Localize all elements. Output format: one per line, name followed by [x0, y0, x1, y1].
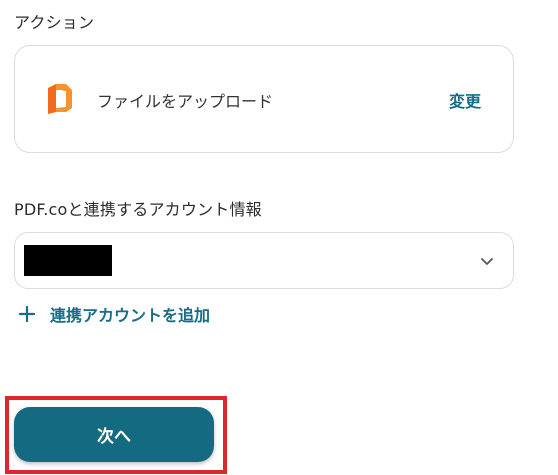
redacted-account-value: [24, 245, 112, 276]
next-button[interactable]: 次へ: [14, 407, 214, 462]
add-account-label: 連携アカウントを追加: [50, 306, 211, 325]
settings-panel: アクション ファイルをアップロード 変更 PDF.coと連携するアカウント情報 …: [0, 0, 558, 475]
action-name: ファイルをアップロード: [97, 92, 274, 111]
chevron-down-icon: [481, 258, 493, 265]
add-account-link[interactable]: 連携アカウントを追加: [17, 302, 210, 326]
action-card: ファイルをアップロード 変更: [14, 45, 514, 153]
account-section-label: PDF.coと連携するアカウント情報: [14, 200, 262, 219]
action-section-label: アクション: [14, 13, 95, 32]
change-action-link[interactable]: 変更: [449, 88, 481, 112]
account-select[interactable]: [14, 232, 514, 289]
plus-icon: [18, 305, 36, 323]
pdfco-document-icon: [48, 84, 72, 114]
